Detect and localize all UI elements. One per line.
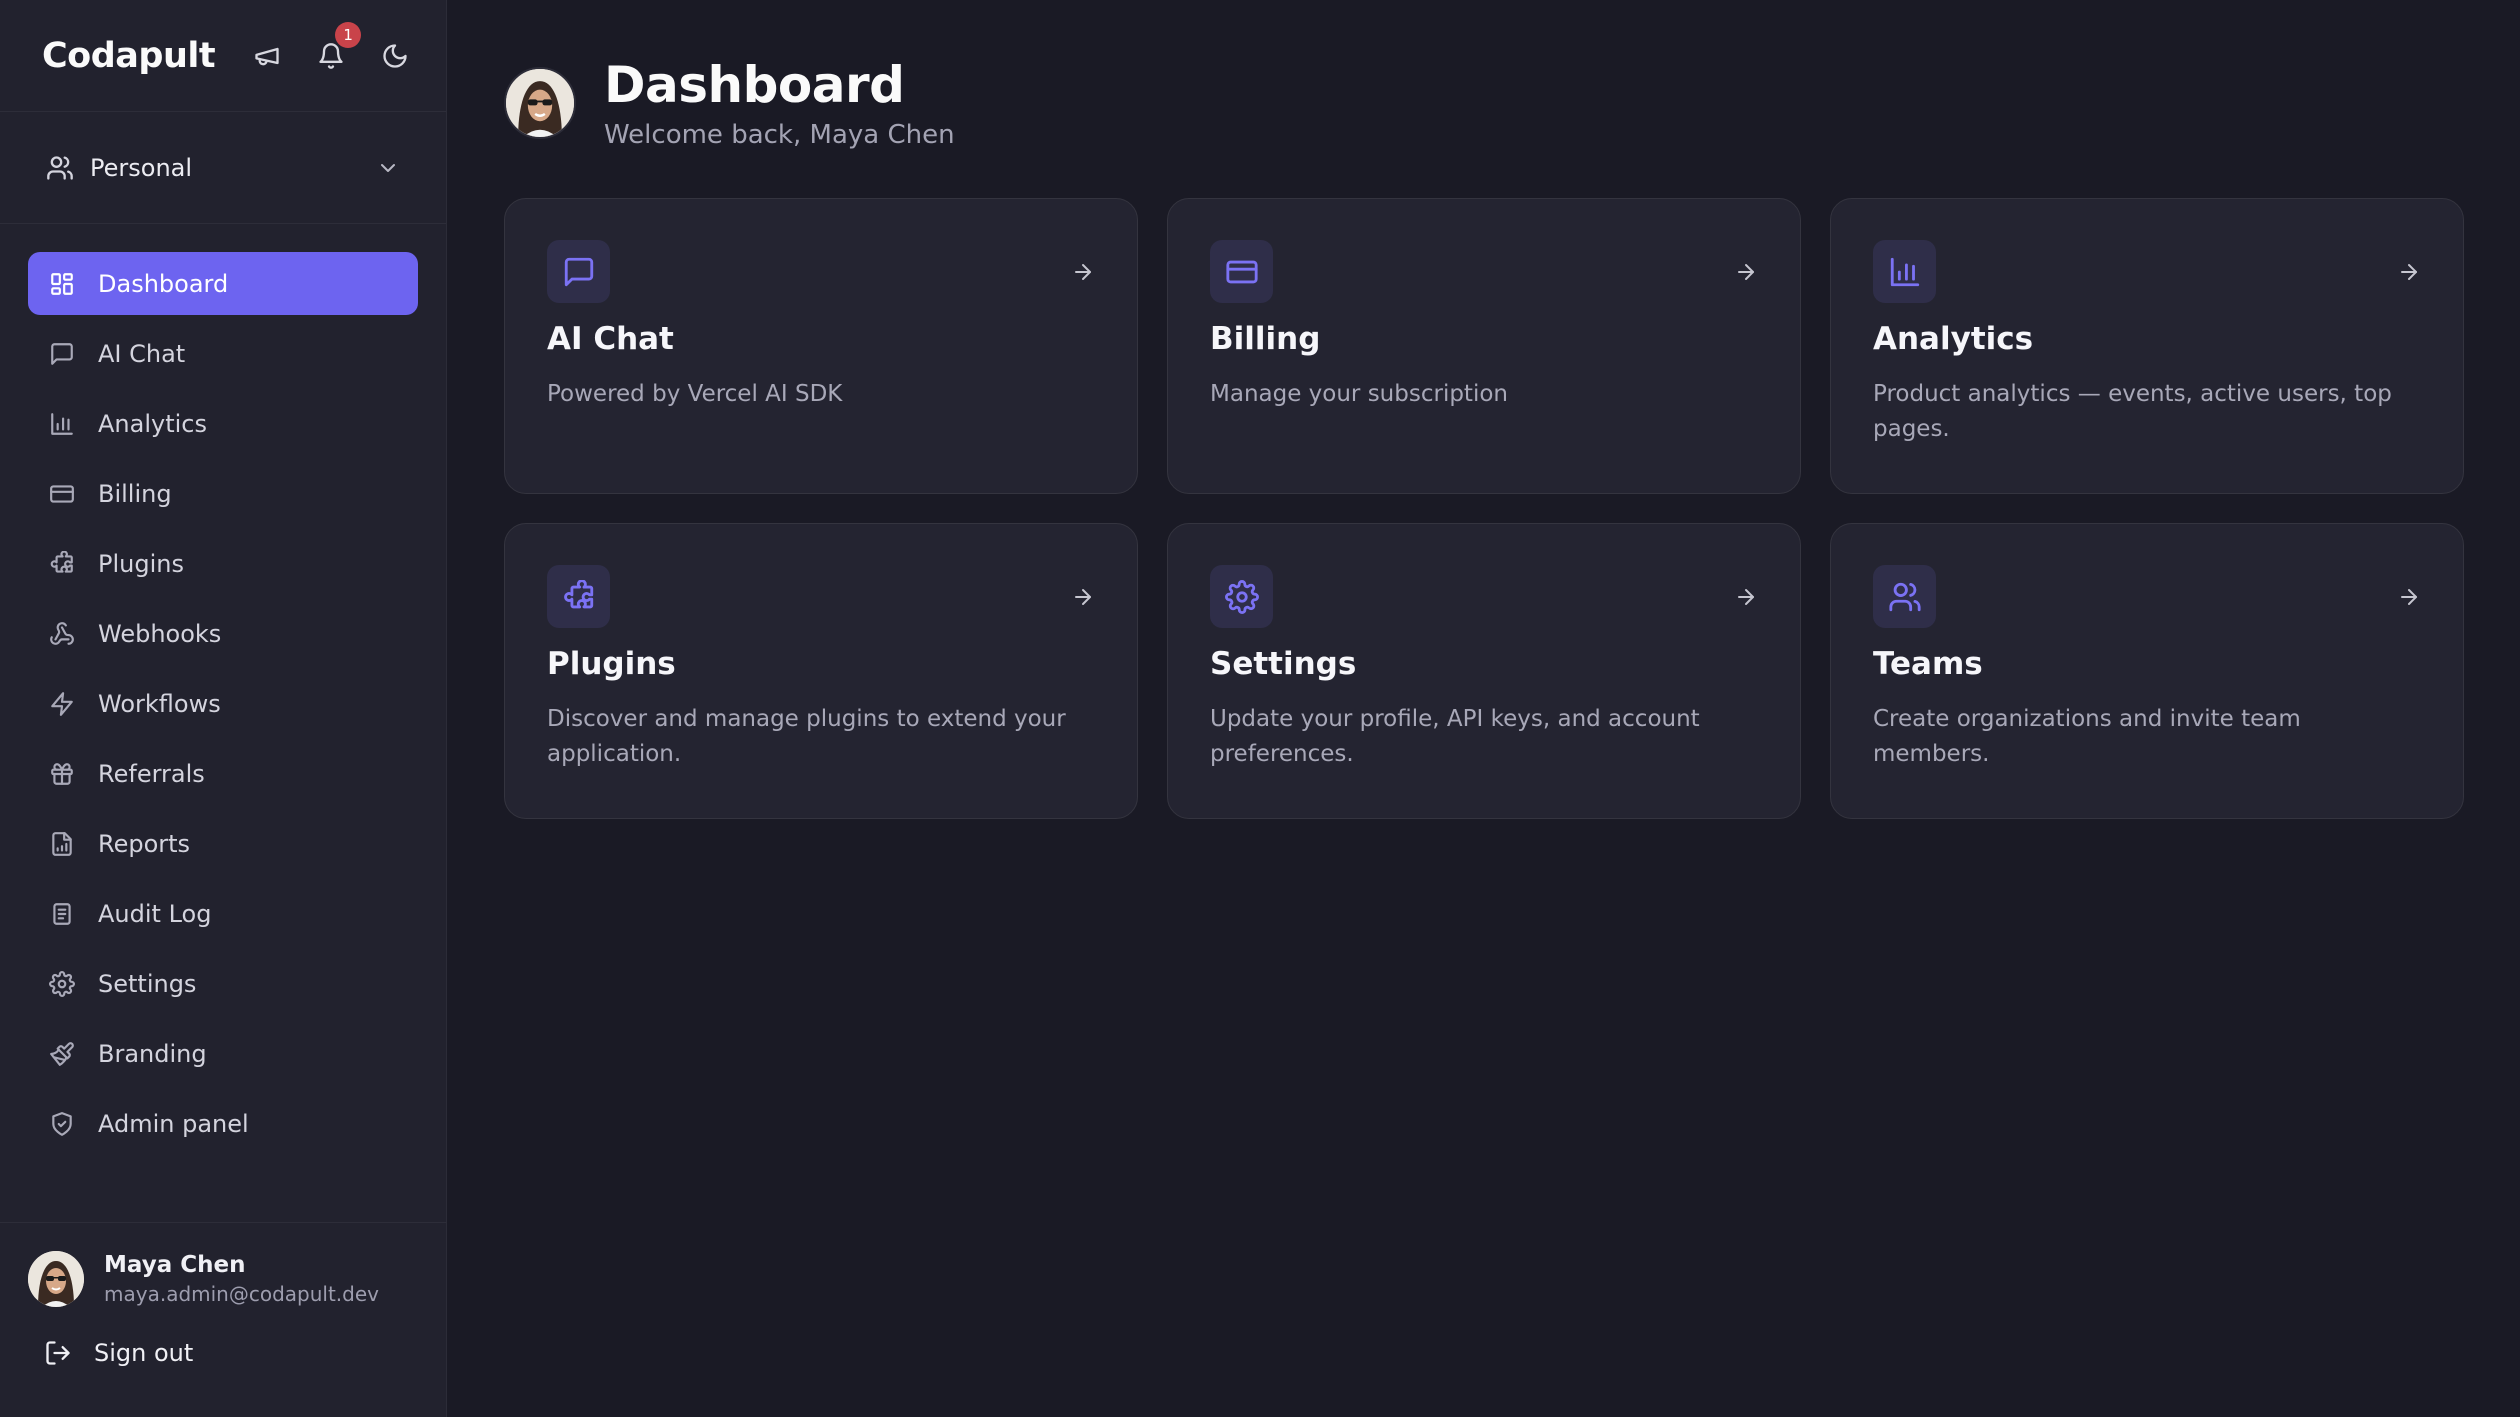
feature-cards-grid: AI Chat Powered by Vercel AI SDK Billing… [504, 198, 2520, 819]
main-content: Dashboard Welcome back, Maya Chen AI Cha… [504, 0, 2520, 819]
gear-icon [48, 970, 76, 998]
arrow-right-icon [1071, 260, 1095, 284]
bell-icon[interactable]: 1 [311, 21, 362, 76]
credit-card-icon [1210, 240, 1273, 303]
card-description: Manage your subscription [1210, 381, 1508, 407]
card-title: Analytics [1873, 321, 2034, 357]
sidebar-item-label: Admin panel [98, 1109, 249, 1138]
page-title: Dashboard [604, 56, 905, 114]
card-description: Powered by Vercel AI SDK [547, 381, 843, 407]
sidebar-item-analytics[interactable]: Analytics [28, 392, 418, 455]
card-title: Billing [1210, 321, 1321, 357]
avatar [28, 1251, 84, 1307]
notification-badge: 1 [335, 21, 362, 48]
chat-icon [48, 340, 76, 368]
sidebar-footer: Maya Chen maya.admin@codapult.dev Sign o… [0, 1222, 447, 1417]
card-settings[interactable]: Settings Update your profile, API keys, … [1167, 523, 1801, 819]
workspace-switcher[interactable]: Personal [0, 112, 446, 224]
sidebar-header: Codapult 1 [0, 0, 446, 112]
sidebar-item-ai-chat[interactable]: AI Chat [28, 322, 418, 385]
moon-icon[interactable] [375, 36, 415, 76]
card-billing[interactable]: Billing Manage your subscription [1167, 198, 1801, 494]
sidebar-item-label: Reports [98, 829, 191, 858]
sidebar-item-workflows[interactable]: Workflows [28, 672, 418, 735]
avatar [504, 67, 576, 139]
card-description: Create organizations and invite team mem… [1873, 706, 2301, 767]
bar-chart-icon [48, 410, 76, 438]
sidebar-item-label: Referrals [98, 759, 205, 788]
card-analytics[interactable]: Analytics Product analytics — events, ac… [1830, 198, 2464, 494]
credit-card-icon [48, 480, 76, 508]
card-ai-chat[interactable]: AI Chat Powered by Vercel AI SDK [504, 198, 1138, 494]
users-icon [46, 154, 74, 182]
bar-chart-icon [1873, 240, 1936, 303]
sign-out-button[interactable]: Sign out [28, 1339, 447, 1367]
card-title: Teams [1873, 646, 1983, 682]
sidebar-item-label: Webhooks [98, 619, 222, 648]
logout-icon [44, 1339, 72, 1367]
sidebar-item-dashboard[interactable]: Dashboard [28, 252, 418, 315]
arrow-right-icon [1071, 585, 1095, 609]
sidebar-item-label: Billing [98, 479, 172, 508]
sidebar-item-webhooks[interactable]: Webhooks [28, 602, 418, 665]
gear-icon [1210, 565, 1273, 628]
chevron-down-icon [376, 156, 400, 180]
sidebar-item-label: Analytics [98, 409, 207, 438]
sidebar-item-label: Settings [98, 969, 197, 998]
sidebar-item-billing[interactable]: Billing [28, 462, 418, 525]
chat-icon [547, 240, 610, 303]
dashboard-icon [48, 270, 76, 298]
user-email: maya.admin@codapult.dev [104, 1282, 379, 1306]
card-teams[interactable]: Teams Create organizations and invite te… [1830, 523, 2464, 819]
sidebar-item-label: Plugins [98, 549, 184, 578]
card-description: Product analytics — events, active users… [1873, 381, 2392, 442]
arrow-right-icon [2397, 260, 2421, 284]
arrow-right-icon [1734, 260, 1758, 284]
card-title: Settings [1210, 646, 1357, 682]
card-title: AI Chat [547, 321, 674, 357]
gift-icon [48, 760, 76, 788]
card-description: Update your profile, API keys, and accou… [1210, 706, 1700, 767]
sidebar-item-admin-panel[interactable]: Admin panel [28, 1092, 418, 1155]
puzzle-icon [48, 550, 76, 578]
card-plugins[interactable]: Plugins Discover and manage plugins to e… [504, 523, 1138, 819]
sidebar-item-referrals[interactable]: Referrals [28, 742, 418, 805]
sidebar-nav: Dashboard AI Chat Analytics Billing Plug… [0, 224, 446, 1155]
paintbrush-icon [48, 1040, 76, 1068]
sidebar-item-label: AI Chat [98, 339, 186, 368]
sidebar-item-label: Branding [98, 1039, 207, 1068]
page-header: Dashboard Welcome back, Maya Chen [504, 56, 2520, 150]
user-name: Maya Chen [104, 1252, 246, 1278]
sidebar-item-label: Dashboard [98, 269, 229, 298]
card-description: Discover and manage plugins to extend yo… [547, 706, 1066, 767]
sidebar-item-audit-log[interactable]: Audit Log [28, 882, 418, 945]
workspace-label: Personal [90, 153, 193, 182]
zap-icon [48, 690, 76, 718]
sidebar-item-settings[interactable]: Settings [28, 952, 418, 1015]
card-title: Plugins [547, 646, 676, 682]
webhook-icon [48, 620, 76, 648]
sidebar-item-plugins[interactable]: Plugins [28, 532, 418, 595]
arrow-right-icon [2397, 585, 2421, 609]
shield-check-icon [48, 1110, 76, 1138]
puzzle-icon [547, 565, 610, 628]
header-actions: 1 [247, 21, 415, 76]
sign-out-label: Sign out [94, 1339, 194, 1367]
sidebar-item-label: Audit Log [98, 899, 212, 928]
brand-logo[interactable]: Codapult [42, 36, 216, 76]
user-profile[interactable]: Maya Chen maya.admin@codapult.dev [28, 1251, 447, 1307]
sidebar: Codapult 1 Personal Dashboard AI Chat An… [0, 0, 447, 1417]
sidebar-item-branding[interactable]: Branding [28, 1022, 418, 1085]
megaphone-icon[interactable] [247, 36, 287, 76]
arrow-right-icon [1734, 585, 1758, 609]
users-icon [1873, 565, 1936, 628]
file-chart-icon [48, 830, 76, 858]
page-subtitle: Welcome back, Maya Chen [604, 120, 955, 150]
clipboard-list-icon [48, 900, 76, 928]
sidebar-item-reports[interactable]: Reports [28, 812, 418, 875]
sidebar-item-label: Workflows [98, 689, 221, 718]
